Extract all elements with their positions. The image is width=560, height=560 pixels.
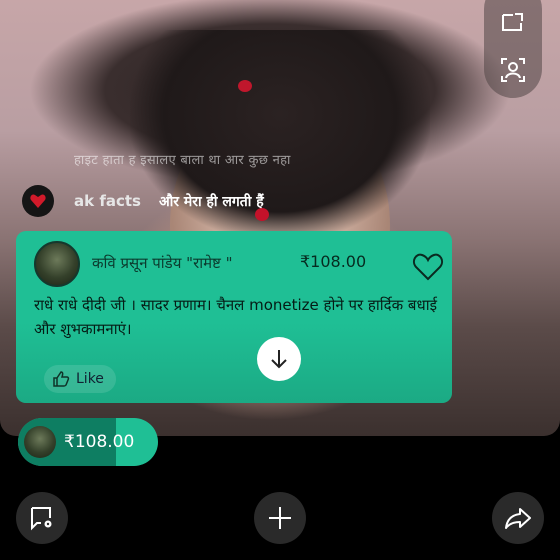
chat-settings-icon: [31, 507, 52, 531]
video-bindi: [238, 80, 252, 92]
chat-settings-button[interactable]: [16, 492, 68, 544]
chat-author: ak facts: [74, 192, 141, 210]
people-frame-icon: [501, 58, 525, 82]
superchat-avatar[interactable]: [34, 241, 80, 287]
chat-avatar[interactable]: [22, 185, 54, 217]
superchat-amount: ₹108.00: [300, 252, 367, 271]
side-controls: [484, 0, 542, 98]
participants-button[interactable]: [493, 50, 533, 90]
superchat-ticker[interactable]: ₹108.00: [18, 418, 158, 466]
ticker-avatar: [24, 426, 56, 458]
superchat-card[interactable]: कवि प्रसून पांडेय "रामेष्ट " ₹108.00 राध…: [16, 231, 452, 403]
heart-outline-icon[interactable]: [412, 252, 444, 282]
superchat-message: राधे राधे दीदी जी । सादर प्रणाम। चैनल mo…: [34, 296, 437, 338]
video-caption: हाइट हाता ह इसालए बाला था आर कुछ नहा: [74, 153, 291, 168]
scroll-to-bottom-button[interactable]: [257, 337, 301, 381]
open-in-window-button[interactable]: [493, 2, 533, 42]
share-button[interactable]: [492, 492, 544, 544]
chat-message[interactable]: ak facts और मेरा ही लगती हैं: [22, 185, 264, 217]
thumbs-up-icon: [53, 371, 70, 387]
superchat-author: कवि प्रसून पांडेय "रामेष्ट ": [92, 254, 233, 272]
like-label: Like: [76, 371, 104, 387]
like-button[interactable]: Like: [44, 365, 116, 393]
ticker-amount: ₹108.00: [64, 432, 135, 452]
arrow-down-icon: [271, 350, 287, 369]
plus-icon: [269, 507, 291, 529]
open-in-window-icon: [502, 13, 523, 31]
heart-badge-icon: [30, 194, 46, 208]
add-button[interactable]: [254, 492, 306, 544]
chat-text: और मेरा ही लगती हैं: [158, 193, 264, 210]
share-icon: [505, 508, 531, 529]
